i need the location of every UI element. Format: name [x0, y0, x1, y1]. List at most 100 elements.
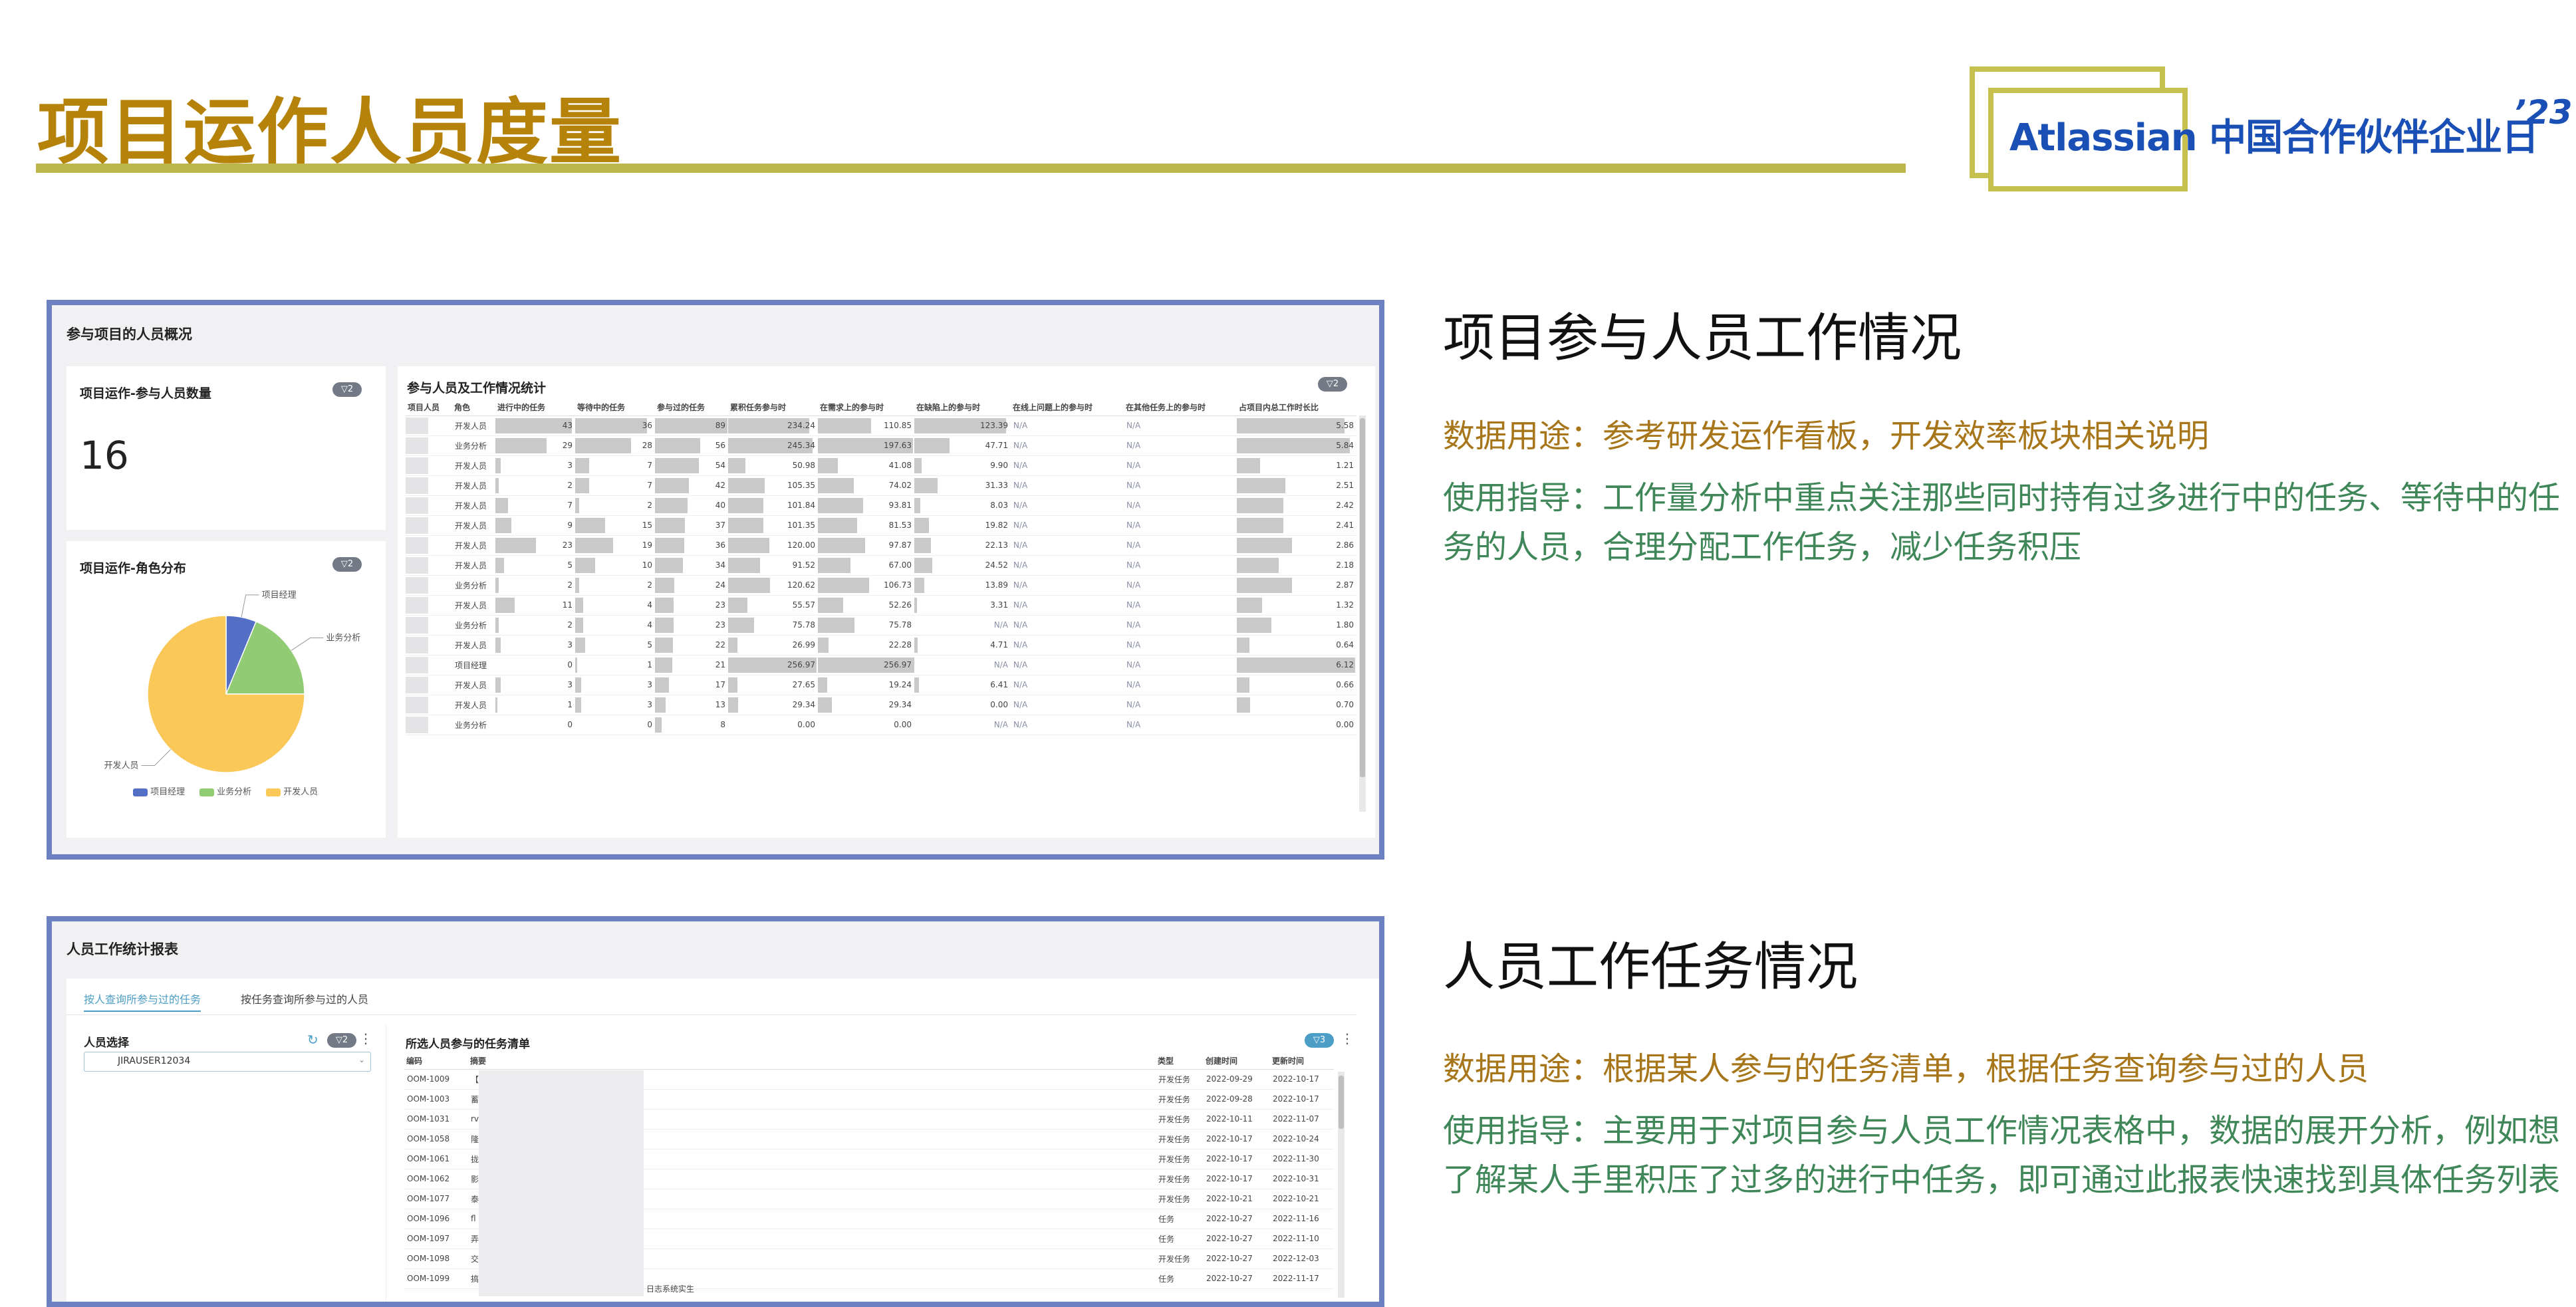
cell-value: 6.12: [1336, 660, 1354, 669]
table-row[interactable]: 开发人员 7 2 40 101.84 93.81 8.03 N/A N/A 2.42: [406, 495, 1356, 516]
value-bar: [495, 457, 501, 473]
person-select-input[interactable]: JIRAUSER12034 ⌄: [84, 1052, 371, 1072]
table-row[interactable]: 开发人员 11 4 23 55.57 52.26 3.31 N/A N/A 1.32: [406, 595, 1356, 616]
value-bar: [655, 617, 674, 633]
table-row[interactable]: 开发人员 23 19 36 120.00 97.87 22.13 N/A N/A 2.86: [406, 535, 1356, 556]
table-cell: 97.87: [818, 535, 914, 556]
reset-icon[interactable]: ↻: [307, 1032, 319, 1048]
column-header[interactable]: 在缺陷上的参与时: [914, 400, 1011, 416]
table-cell: 2022-11-07: [1270, 1109, 1334, 1129]
cell-value: 4: [647, 620, 652, 630]
table-row[interactable]: 业务分析 29 28 56 245.34 197.63 47.71 N/A N/A 5.84: [406, 435, 1356, 456]
filter-badge[interactable]: ▽2: [332, 557, 362, 572]
cell-value: 开发人员: [455, 700, 487, 710]
cell-value: N/A: [1013, 560, 1028, 570]
value-bar: [575, 437, 631, 453]
cell-value: 74.02: [888, 481, 912, 490]
cell-value: N/A: [1126, 680, 1141, 689]
panel-header: 参与项目的人员概况: [66, 326, 192, 342]
table-row[interactable]: 开发人员 3 7 54 50.98 41.08 9.90 N/A N/A 1.21: [406, 455, 1356, 476]
column-header[interactable]: 在线上问题上的参与时: [1011, 400, 1124, 416]
table-cell: 24: [655, 575, 728, 596]
table-row[interactable]: 开发人员 9 15 37 101.35 81.53 19.82 N/A N/A 2.41: [406, 515, 1356, 536]
value-bar: [914, 577, 925, 593]
table-cell: 2: [495, 615, 575, 636]
column-header[interactable]: 累积任务参与时: [728, 400, 818, 416]
tab-by-person[interactable]: 按人查询所参与过的任务: [84, 991, 201, 1012]
table-cell: N/A: [1124, 495, 1237, 516]
cell-value: 9: [567, 521, 573, 530]
column-header[interactable]: 在其他任务上的参与时: [1124, 400, 1237, 416]
table-cell: OOM-1003: [404, 1089, 468, 1110]
table-cell: N/A: [1011, 695, 1124, 715]
cell-value: 36: [715, 540, 725, 550]
cell-value: 75.78: [888, 620, 912, 630]
table-row[interactable]: 业务分析 2 2 24 120.62 106.73 13.89 N/A N/A 2.87: [406, 575, 1356, 596]
more-icon[interactable]: ⋮: [359, 1030, 372, 1046]
table-cell: N/A: [1011, 535, 1124, 556]
table-cell: 2022-10-21: [1270, 1189, 1334, 1209]
cell-value: 197.63: [884, 441, 912, 450]
filter-badge[interactable]: ▽3: [1305, 1033, 1334, 1048]
table-cell: 业务分析: [452, 435, 495, 456]
filter-badge[interactable]: ▽2: [332, 382, 362, 397]
column-header[interactable]: 摘要: [468, 1053, 1156, 1070]
cell-value: N/A: [1013, 620, 1028, 630]
table-row[interactable]: 业务分析 0 0 8 0.00 0.00 N/A N/A N/A 0.00: [406, 715, 1356, 735]
table-cell: 4: [575, 595, 655, 616]
column-header[interactable]: 参与过的任务: [655, 400, 728, 416]
cell-value: 93.81: [888, 501, 912, 510]
table-row[interactable]: 开发人员 1 3 13 29.34 29.34 0.00 N/A N/A 0.70: [406, 695, 1356, 715]
more-icon[interactable]: ⋮: [1341, 1030, 1354, 1046]
table-scrollbar[interactable]: [1359, 416, 1366, 812]
table-cell: N/A: [914, 655, 1011, 675]
value-bar: [818, 677, 827, 693]
value-bar: [575, 657, 577, 673]
column-header[interactable]: 类型: [1156, 1053, 1204, 1070]
redacted-name: [406, 517, 428, 534]
table-cell: 36: [575, 416, 655, 436]
column-header[interactable]: 进行中的任务: [495, 400, 575, 416]
value-bar: [1237, 437, 1350, 453]
table-row[interactable]: 开发人员 2 7 42 105.35 74.02 31.33 N/A N/A 2.51: [406, 475, 1356, 496]
tab-by-task[interactable]: 按任务查询所参与过的人员: [241, 991, 368, 1007]
table-cell: N/A: [1124, 655, 1237, 675]
filter-badge[interactable]: ▽2: [327, 1033, 356, 1048]
table-row[interactable]: 项目经理 0 1 21 256.97 256.97 N/A N/A N/A 6.12: [406, 655, 1356, 675]
table-cell: 89: [655, 416, 728, 436]
value-bar: [495, 557, 505, 573]
column-header[interactable]: 角色: [452, 400, 495, 416]
table-cell: 11: [495, 595, 575, 616]
cell-value: N/A: [1126, 720, 1141, 729]
table-cell: 101.84: [728, 495, 818, 516]
column-header[interactable]: 占项目内总工作时长比: [1237, 400, 1356, 416]
filter-badge[interactable]: ▽2: [1318, 377, 1347, 392]
role-pie-card: 项目运作-角色分布 ▽2 项目经理 业务分析 开发人员 项目经理 业务分析 开发人员: [66, 541, 386, 838]
column-header[interactable]: 项目人员: [406, 400, 452, 416]
cell-value: 29: [562, 441, 573, 450]
pie-label: 项目经理: [262, 590, 297, 600]
column-header[interactable]: 更新时间: [1270, 1053, 1334, 1070]
value-bar: [495, 417, 572, 433]
table-row[interactable]: 开发人员 43 36 89 234.24 110.85 123.39 N/A N/A 5.58: [406, 416, 1356, 436]
value-bar: [728, 537, 770, 553]
table-cell: 0.00: [1237, 715, 1356, 735]
table-cell: OOM-1096: [404, 1209, 468, 1229]
task-scrollbar[interactable]: [1338, 1072, 1345, 1298]
cell-value: 1: [647, 660, 652, 669]
cell-value: 19: [642, 540, 652, 550]
table-cell: OOM-1097: [404, 1229, 468, 1249]
column-header[interactable]: 等待中的任务: [575, 400, 655, 416]
table-row[interactable]: 开发人员 3 3 17 27.65 19.24 6.41 N/A N/A 0.66: [406, 675, 1356, 695]
column-header[interactable]: 创建时间: [1204, 1053, 1270, 1070]
table-cell: N/A: [1124, 695, 1237, 715]
table-row[interactable]: 业务分析 2 4 23 75.78 75.78 N/A N/A N/A 1.80: [406, 615, 1356, 636]
table-cell: 22.28: [818, 635, 914, 655]
column-header[interactable]: 编码: [404, 1053, 468, 1070]
table-row[interactable]: 开发人员 3 5 22 26.99 22.28 4.71 N/A N/A 0.64: [406, 635, 1356, 655]
table-cell: 81.53: [818, 515, 914, 536]
value-bar: [655, 717, 662, 733]
table-row[interactable]: 开发人员 5 10 34 91.52 67.00 24.52 N/A N/A 2.18: [406, 555, 1356, 576]
cell-value: N/A: [1126, 521, 1141, 530]
column-header[interactable]: 在需求上的参与时: [818, 400, 914, 416]
